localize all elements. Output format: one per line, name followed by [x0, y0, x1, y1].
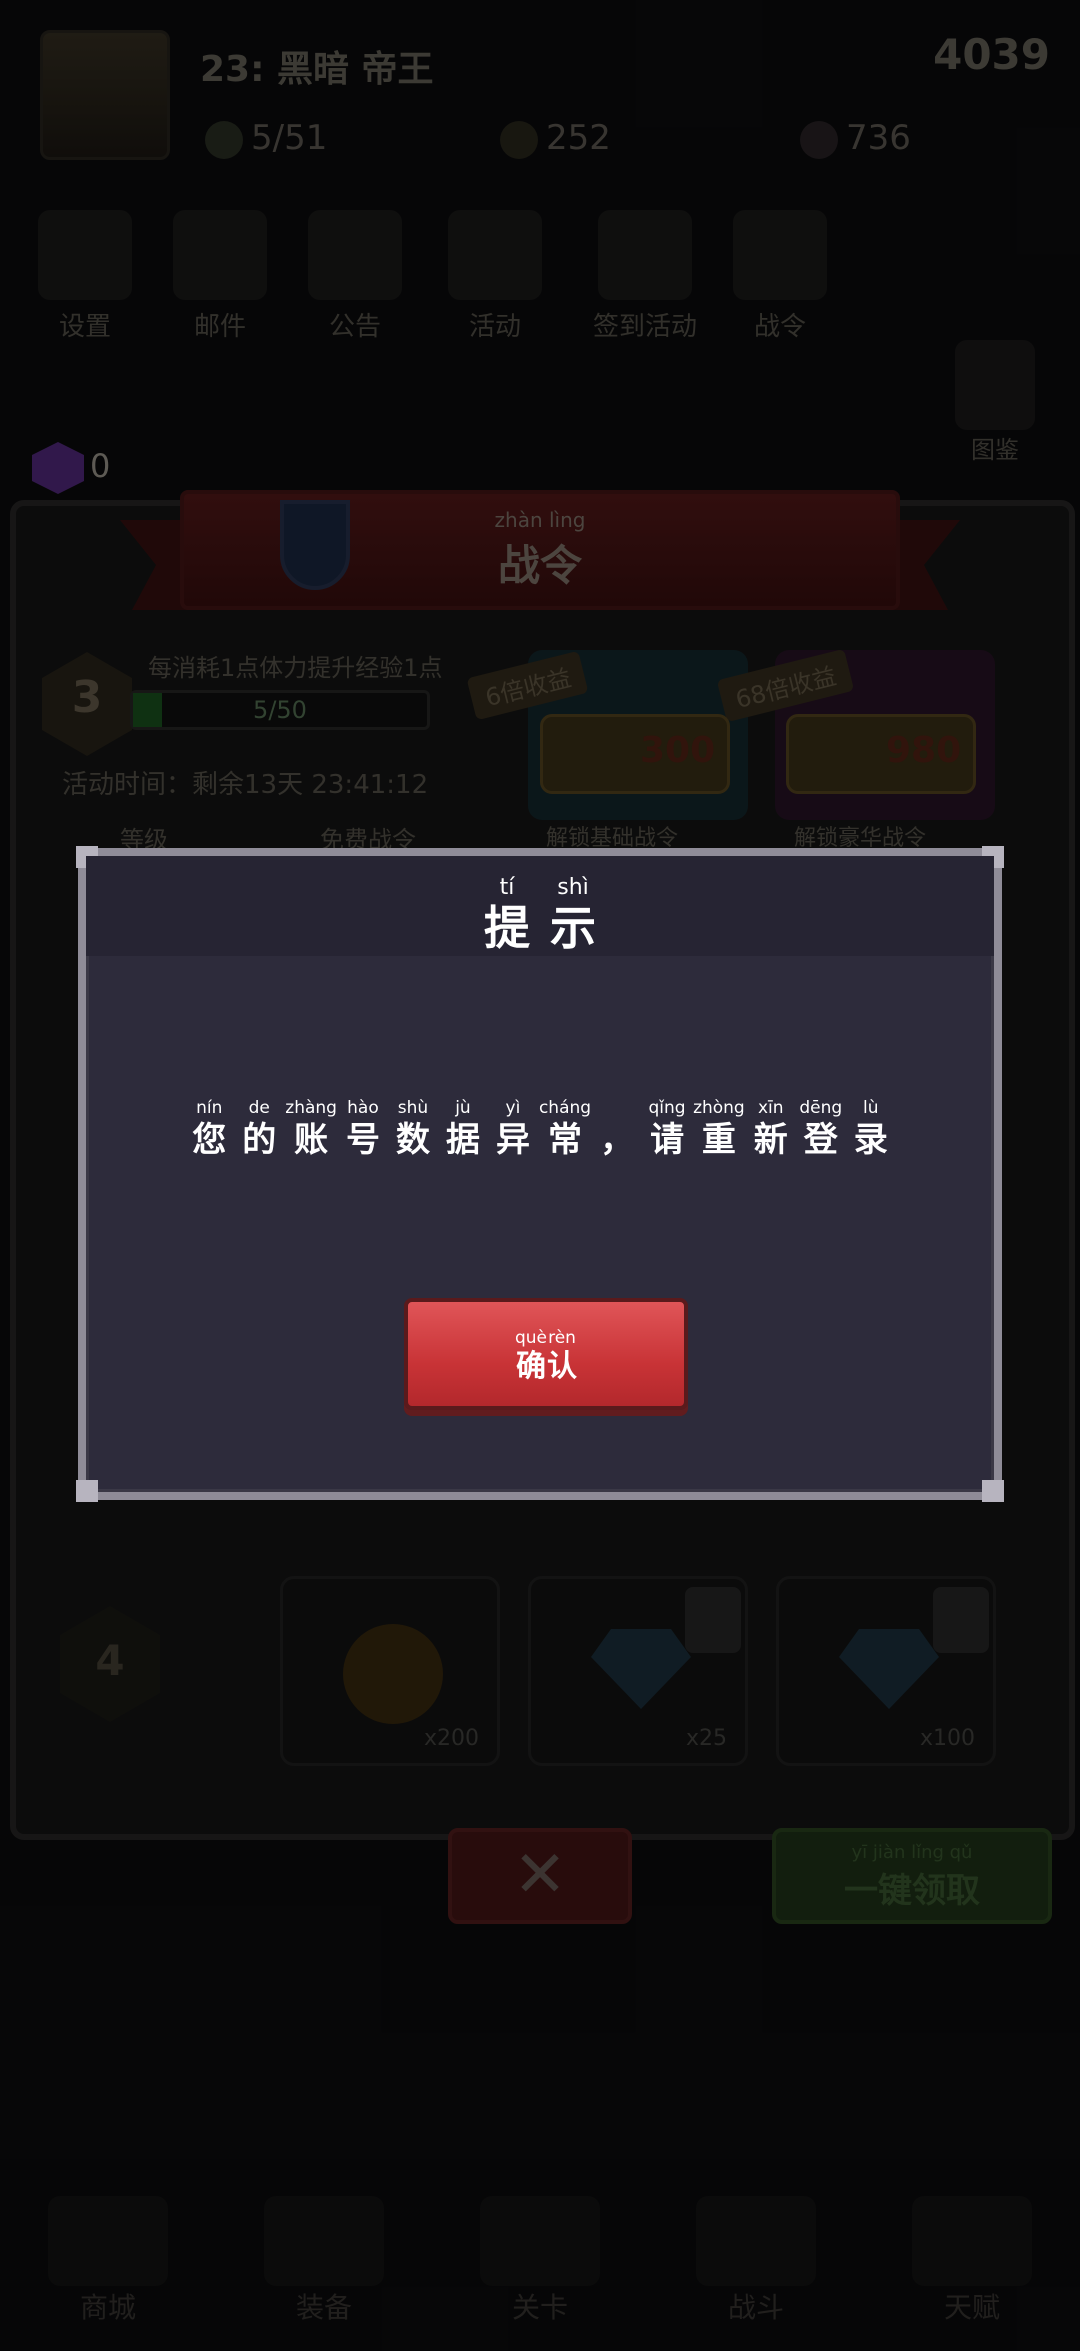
hanzi: ，: [600, 1120, 635, 1160]
message-char: xīn 新: [747, 1098, 795, 1162]
message-char: zhàng 账: [285, 1098, 337, 1162]
hanzi: 新: [753, 1120, 788, 1160]
pinyin: shì: [557, 875, 589, 900]
hanzi: 确: [516, 1349, 546, 1384]
message-char: cháng 常: [539, 1098, 591, 1162]
confirm-char: què 确: [515, 1328, 547, 1386]
hanzi: 录: [853, 1120, 888, 1160]
message-char: zhòng 重: [693, 1098, 745, 1162]
pinyin: cháng: [538, 1098, 592, 1118]
screen: 23: 黑暗 帝王 4039 5/51 252 736 设置 邮件 公告 活动 …: [0, 0, 1080, 2351]
hanzi: 号: [345, 1120, 380, 1160]
message-char: jù 据: [439, 1098, 487, 1162]
notice-dialog: tí 提 shì 示 nín 您 de 的 zhàng 账 hào 号 shù 数 jù 据 yì 异 cháng…: [76, 846, 1004, 1502]
message-char: nín 您: [185, 1098, 233, 1162]
message-char: shù 数: [389, 1098, 437, 1162]
pinyin: qǐng: [648, 1098, 686, 1118]
pinyin: hào: [347, 1098, 379, 1118]
hanzi: 异: [495, 1120, 530, 1160]
pinyin: rèn: [548, 1328, 576, 1348]
pinyin: lù: [862, 1098, 879, 1118]
message-char: dēng 登: [797, 1098, 845, 1162]
hanzi: 账: [294, 1120, 329, 1160]
hanzi: 登: [803, 1120, 838, 1160]
message-char: hào 号: [339, 1098, 387, 1162]
hanzi: 的: [242, 1120, 277, 1160]
hanzi: 据: [445, 1120, 480, 1160]
title-char: shì 示: [550, 876, 596, 956]
hanzi: 数: [395, 1120, 430, 1160]
hanzi: 认: [547, 1349, 578, 1384]
pinyin: xīn: [757, 1098, 784, 1118]
pinyin: tí: [499, 875, 515, 900]
pinyin: yì: [505, 1098, 521, 1118]
pinyin: nín: [196, 1098, 223, 1118]
dialog-message: nín 您 de 的 zhàng 账 hào 号 shù 数 jù 据 yì 异 cháng 常， qǐng 请 z…: [86, 1098, 994, 1162]
pinyin: zhàng: [285, 1098, 337, 1118]
message-char: qǐng 请: [643, 1098, 691, 1162]
dialog-title: tí 提 shì 示: [86, 876, 994, 956]
confirm-button[interactable]: què 确 rèn 认: [404, 1298, 688, 1410]
message-char: yì 异: [489, 1098, 537, 1162]
hanzi: 示: [550, 901, 596, 955]
hanzi: 常: [548, 1120, 582, 1160]
pinyin: què: [514, 1328, 548, 1348]
dialog-corner: [76, 1480, 98, 1502]
pinyin: dēng: [799, 1098, 843, 1118]
pinyin: de: [248, 1098, 270, 1118]
pinyin: shù: [397, 1098, 429, 1118]
message-char: lù 录: [847, 1098, 895, 1162]
title-char: tí 提: [484, 876, 530, 956]
pinyin: jù: [455, 1098, 471, 1118]
message-char: ，: [593, 1118, 641, 1162]
hanzi: 请: [650, 1120, 685, 1160]
hanzi: 您: [192, 1120, 227, 1160]
message-char: de 的: [235, 1098, 283, 1162]
hanzi: 提: [484, 901, 530, 955]
hanzi: 重: [701, 1120, 736, 1160]
pinyin: zhòng: [693, 1098, 745, 1118]
dialog-corner: [982, 1480, 1004, 1502]
confirm-char: rèn 认: [547, 1328, 577, 1386]
